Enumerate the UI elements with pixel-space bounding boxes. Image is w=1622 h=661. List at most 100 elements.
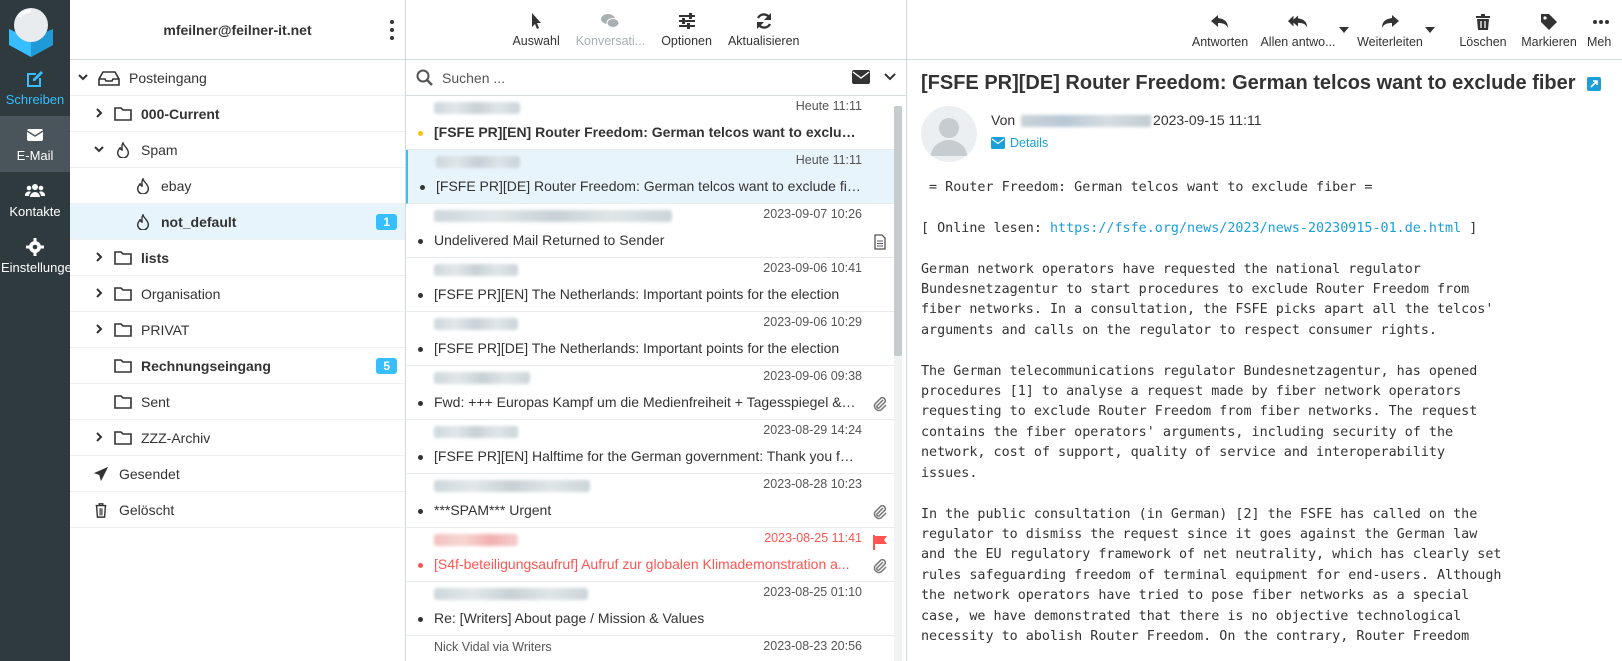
list-item[interactable]: 2023-09-06 10:41 [FSFE PR][EN] The Nethe… (406, 258, 896, 312)
chevron-right-icon[interactable] (92, 287, 106, 301)
folder-icon (114, 106, 132, 121)
online-link[interactable]: https://fsfe.org/news/2023/news-20230915… (1050, 221, 1461, 236)
search-input[interactable] (442, 69, 842, 86)
folder-zzz-archiv[interactable]: ZZZ-Archiv (70, 420, 405, 456)
message-date: 2023-09-06 10:29 (763, 315, 862, 329)
body-paragraph: German network operators have requested … (921, 261, 1494, 338)
list-item[interactable]: Heute 11:11 [FSFE PR][DE] Router Freedom… (406, 150, 896, 204)
sender-redacted (434, 210, 672, 222)
options-button[interactable]: Optionen (655, 0, 718, 60)
status-dot (420, 185, 425, 190)
mail-icon (26, 129, 44, 141)
status-dot (418, 509, 423, 514)
external-link-icon[interactable] (1587, 76, 1602, 91)
search-bar (406, 60, 906, 96)
folder-label: Rechnungseingang (141, 357, 271, 374)
message-date: 2023-08-25 11:41 (764, 531, 862, 545)
chevron-down-icon[interactable] (76, 71, 90, 85)
list-item[interactable]: 2023-08-25 11:41 [S4f-beteiligungsaufruf… (406, 528, 896, 582)
threads-label: Konversati... (575, 34, 646, 48)
details-label: Details (1010, 136, 1049, 150)
details-link[interactable]: Details (991, 136, 1048, 150)
threads-button[interactable]: Konversati... (570, 0, 651, 60)
folder-sent[interactable]: Sent (70, 384, 405, 420)
folder-spam[interactable]: Spam (70, 132, 405, 168)
unread-dot (418, 131, 423, 136)
chevron-right-icon[interactable] (92, 431, 106, 445)
scrollbar[interactable] (894, 106, 902, 661)
compose-button[interactable]: Schreiben (0, 60, 70, 116)
caret-down-icon[interactable] (1339, 26, 1349, 34)
paperclip-icon (873, 504, 887, 520)
account-menu-button[interactable] (387, 20, 397, 40)
unread-count-badge: 5 (376, 357, 397, 374)
paperclip-icon (873, 396, 887, 412)
list-item[interactable]: 2023-09-06 09:38 Fwd: +++ Europas Kampf … (406, 366, 896, 420)
folder-privat[interactable]: PRIVAT (70, 312, 405, 348)
chevron-right-icon[interactable] (92, 107, 106, 121)
folder-geloescht[interactable]: Gelöscht (70, 492, 405, 528)
chevron-right-icon[interactable] (92, 323, 106, 337)
search-icon[interactable] (416, 69, 434, 87)
sender-redacted (436, 156, 520, 168)
list-item[interactable]: 2023-09-06 10:29 [FSFE PR][DE] The Nethe… (406, 312, 896, 366)
folder-gesendet[interactable]: Gesendet (70, 456, 405, 492)
folder-rechnungseingang[interactable]: Rechnungseingang 5 (70, 348, 405, 384)
chevron-down-icon[interactable] (92, 143, 106, 157)
folder-inbox[interactable]: Posteingang (70, 60, 405, 96)
status-dot (418, 617, 423, 622)
reply-button[interactable]: Antworten (1187, 0, 1253, 60)
reply-all-button[interactable]: Allen antwo... (1259, 0, 1337, 60)
chevron-right-icon[interactable] (92, 251, 106, 265)
sender-redacted (434, 102, 520, 114)
folder-not-default[interactable]: not_default 1 (70, 204, 405, 240)
more-button[interactable]: Meh (1587, 0, 1622, 60)
delete-button[interactable]: Löschen (1455, 0, 1511, 60)
list-item[interactable]: 2023-08-25 01:10 Re: [Writers] About pag… (406, 582, 896, 636)
folder-organisation[interactable]: Organisation (70, 276, 405, 312)
folder-label: 000-Current (141, 105, 220, 122)
avatar (921, 106, 977, 162)
mail-button[interactable]: E-Mail (0, 116, 70, 172)
status-dot (418, 293, 423, 298)
settings-button[interactable]: Einstellungen (0, 228, 79, 284)
trash-icon (95, 502, 107, 518)
list-item[interactable]: 2023-08-28 10:23 ***SPAM*** Urgent (406, 474, 896, 528)
flag-icon[interactable] (872, 534, 888, 550)
contacts-icon (25, 184, 45, 197)
folder-lists[interactable]: lists (70, 240, 405, 276)
body-paragraph: In the public consultation (in German) [… (921, 506, 1502, 644)
subject-text: [FSFE PR][DE] Router Freedom: German tel… (921, 72, 1576, 94)
chevron-down-icon[interactable] (884, 71, 896, 83)
roundcube-logo[interactable] (5, 5, 57, 57)
message-sender: Nick Vidal via Writers (434, 640, 552, 654)
message-date: 2023-09-06 09:38 (763, 369, 862, 383)
folder-icon (114, 394, 132, 409)
contacts-button[interactable]: Kontakte (0, 172, 70, 228)
folder-label: lists (141, 249, 170, 266)
refresh-button[interactable]: Aktualisieren (722, 0, 806, 60)
reply-all-label: Allen antwo... (1260, 34, 1336, 49)
list-item[interactable]: Heute 11:11 [FSFE PR][EN] Router Freedom… (406, 96, 896, 150)
message-date: 2023-08-29 14:24 (763, 423, 862, 437)
folder-label: Spam (141, 141, 178, 158)
folder-ebay[interactable]: ebay (70, 168, 405, 204)
list-item[interactable]: Nick Vidal via Writers 2023-08-23 20:56 (406, 636, 896, 661)
caret-down-icon[interactable] (1425, 26, 1435, 34)
list-item[interactable]: 2023-09-07 10:26 Undelivered Mail Return… (406, 204, 896, 258)
message-date: 2023-09-07 10:26 (763, 207, 862, 221)
envelope-icon (991, 137, 1005, 149)
message-date: Heute 11:11 (795, 99, 862, 113)
sender-redacted (434, 588, 588, 600)
scrollbar-thumb[interactable] (894, 106, 902, 356)
list-item[interactable]: 2023-08-29 14:24 [FSFE PR][EN] Halftime … (406, 420, 896, 474)
mark-button[interactable]: Markieren (1517, 0, 1581, 60)
envelope-icon[interactable] (852, 70, 870, 84)
document-icon (874, 234, 886, 250)
body-heading: = Router Freedom: German telcos want to … (921, 180, 1373, 195)
sender-redacted (434, 264, 518, 276)
folder-000-current[interactable]: 000-Current (70, 96, 405, 132)
forward-button[interactable]: Weiterleiten (1353, 0, 1427, 60)
paperclip-icon (873, 558, 887, 574)
select-button[interactable]: Auswahl (506, 0, 565, 60)
